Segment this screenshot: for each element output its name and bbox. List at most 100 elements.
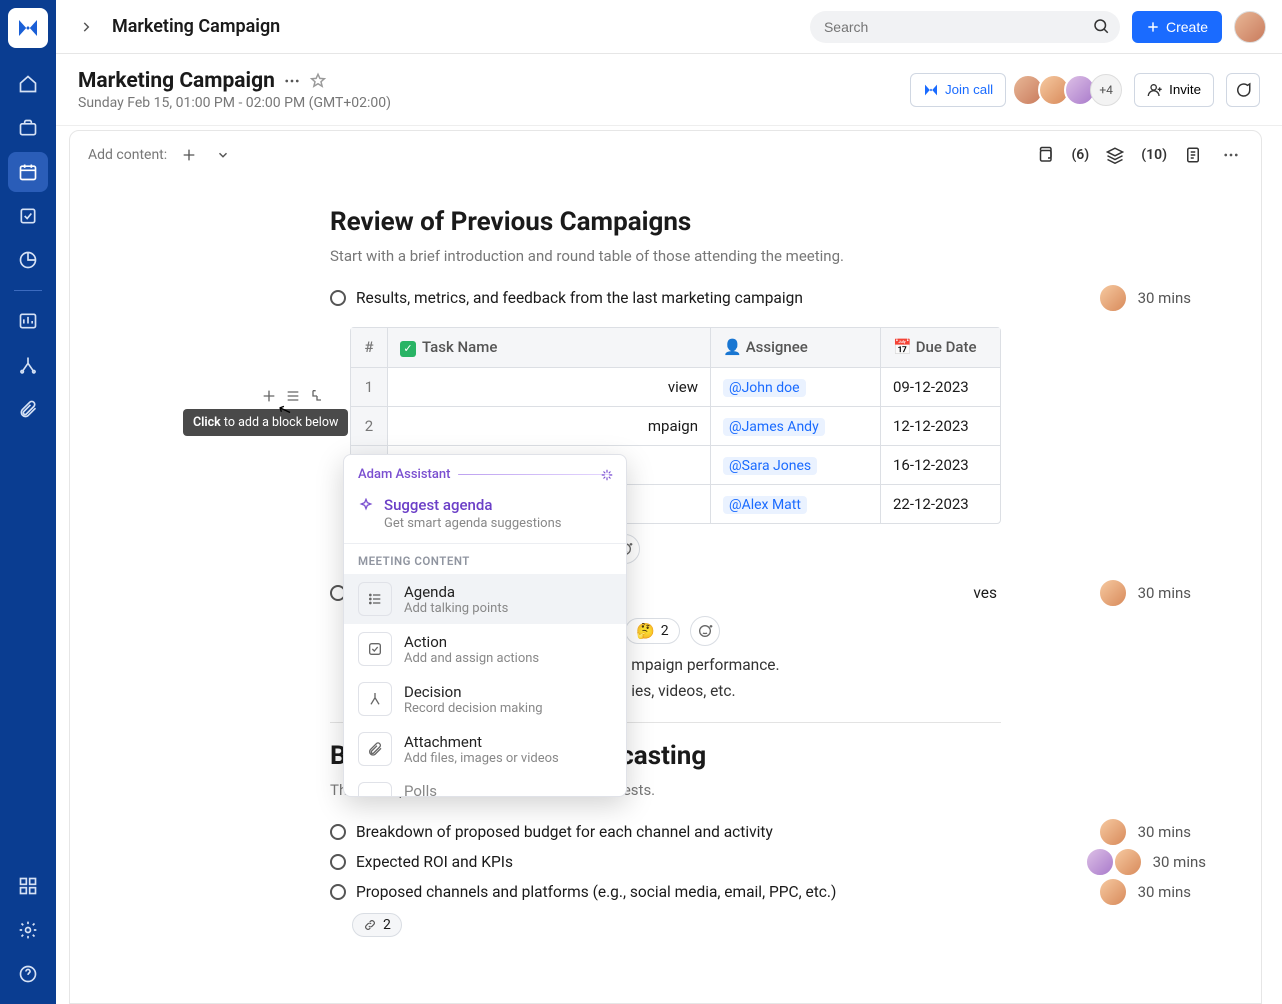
duration: 30 mins: [1153, 853, 1206, 871]
assignee-mention[interactable]: @Sara Jones: [723, 457, 817, 475]
document-body: Review of Previous Campaigns Start with …: [70, 179, 1261, 1003]
circle-icon: [330, 290, 346, 306]
nav-home[interactable]: [8, 64, 48, 104]
assignee-mention[interactable]: @John doe: [723, 379, 806, 397]
search-icon[interactable]: [1092, 17, 1110, 35]
invite-button[interactable]: Invite: [1134, 73, 1214, 107]
popover-item-decision[interactable]: DecisionRecord decision making: [344, 674, 626, 724]
nav-reports[interactable]: [8, 240, 48, 280]
agenda-item[interactable]: Breakdown of proposed budget for each ch…: [330, 817, 1001, 847]
invite-label: Invite: [1169, 82, 1201, 97]
popover-item-agenda[interactable]: AgendaAdd talking points: [344, 574, 626, 624]
nav-attachments[interactable]: [8, 389, 48, 429]
popover-item-attachment[interactable]: AttachmentAdd files, images or videos: [344, 724, 626, 774]
suggest-sub: Get smart agenda suggestions: [384, 516, 561, 531]
calendar-icon: 📅: [893, 338, 912, 356]
owner-avatar: [1098, 877, 1128, 907]
nav-tasks[interactable]: [8, 196, 48, 236]
nav-calendar[interactable]: [8, 152, 48, 192]
star-icon[interactable]: [309, 72, 327, 90]
assignee-mention[interactable]: @Alex Matt: [723, 496, 807, 514]
agenda-item[interactable]: Proposed channels and platforms (e.g., s…: [330, 877, 1001, 907]
list-icon: [358, 582, 392, 616]
agenda-text: Breakdown of proposed budget for each ch…: [356, 823, 1001, 841]
check-icon: ✓: [400, 341, 416, 357]
popover-item-polls[interactable]: Polls: [344, 774, 626, 796]
join-call-button[interactable]: Join call: [910, 73, 1006, 107]
link-chip[interactable]: 2: [352, 913, 402, 937]
col-num: #: [351, 328, 387, 367]
col-due: 📅Due Date: [880, 328, 1000, 367]
nav-settings[interactable]: [8, 910, 48, 950]
block-picker-popover: Adam Assistant Suggest agenda Get smart …: [343, 454, 627, 797]
col-task: ✓Task Name: [387, 328, 710, 367]
duration: 30 mins: [1138, 289, 1191, 307]
reactions: 🤔2: [625, 616, 1001, 646]
add-reaction-icon[interactable]: [690, 616, 720, 646]
table-row[interactable]: 1 view @John doe 09-12-2023: [351, 367, 1000, 406]
layers-icon[interactable]: [1103, 143, 1127, 167]
circle-icon: [330, 854, 346, 870]
agenda-item[interactable]: Results, metrics, and feedback from the …: [330, 283, 1001, 313]
owner-avatar: [1098, 578, 1128, 608]
create-label: Create: [1166, 19, 1208, 35]
left-nav-rail: [0, 0, 56, 1004]
reactions: [610, 534, 1001, 564]
breadcrumb-title: Marketing Campaign: [112, 16, 280, 37]
add-block-dropdown-icon[interactable]: [211, 143, 235, 167]
add-block-icon[interactable]: [177, 143, 201, 167]
agenda-text: Results, metrics, and feedback from the …: [356, 289, 1001, 307]
duration: 30 mins: [1138, 823, 1191, 841]
nav-decisions[interactable]: [8, 345, 48, 385]
search-wrap: [810, 11, 1120, 43]
nav-help[interactable]: [8, 954, 48, 994]
col-assignee: 👤Assignee: [710, 328, 880, 367]
table-row[interactable]: 2 mpaign @James Andy 12-12-2023: [351, 406, 1000, 445]
suggest-agenda[interactable]: Suggest agenda Get smart agenda suggesti…: [344, 492, 626, 543]
check-icon: [358, 632, 392, 666]
more-actions-icon[interactable]: [1219, 143, 1243, 167]
top-bar: Marketing Campaign Create: [56, 0, 1282, 54]
more-icon[interactable]: [283, 72, 301, 90]
agenda-item[interactable]: Expected ROI and KPIs 30 mins: [330, 847, 1001, 877]
sub-bullet: mpaign performance.: [620, 652, 1001, 678]
content-panel: Add content: (6) (10): [69, 130, 1262, 1004]
sub-bullet: ies, videos, etc.: [620, 678, 1001, 704]
add-content-label: Add content:: [88, 147, 167, 163]
assistant-name: Adam Assistant: [358, 467, 450, 482]
join-call-label: Join call: [945, 82, 993, 97]
user-avatar[interactable]: [1234, 11, 1266, 43]
circle-icon: [330, 824, 346, 840]
nav-briefcase[interactable]: [8, 108, 48, 148]
nav-analytics[interactable]: [8, 301, 48, 341]
gradient-line: [458, 474, 612, 475]
cards-count: (6): [1071, 147, 1089, 163]
content-toolbar: Add content: (6) (10): [70, 131, 1261, 179]
attendee-more[interactable]: +4: [1090, 74, 1122, 106]
popover-item-action[interactable]: ActionAdd and assign actions: [344, 624, 626, 674]
meeting-title: Marketing Campaign: [78, 69, 275, 93]
owner-avatar: [1113, 847, 1143, 877]
nav-apps[interactable]: [8, 866, 48, 906]
create-button[interactable]: Create: [1132, 11, 1222, 43]
agenda-text: Expected ROI and KPIs: [356, 853, 1001, 871]
cards-icon[interactable]: [1033, 143, 1057, 167]
attendee-stack[interactable]: +4: [1018, 74, 1122, 106]
agenda-text: Proposed channels and platforms (e.g., s…: [356, 883, 1001, 901]
section-sub: Start with a brief introduction and roun…: [330, 247, 1001, 265]
link-count: 2: [383, 917, 391, 933]
search-input[interactable]: [810, 11, 1120, 43]
breadcrumb-back[interactable]: [72, 13, 100, 41]
branch-icon: [358, 682, 392, 716]
circle-icon: [330, 884, 346, 900]
emoji-icon: 🤔: [636, 622, 655, 640]
meeting-header: Marketing Campaign Sunday Feb 15, 01:00 …: [56, 54, 1282, 126]
app-logo[interactable]: [8, 8, 48, 48]
assignee-mention[interactable]: @James Andy: [723, 418, 825, 436]
paperclip-icon: [358, 732, 392, 766]
reaction-chip[interactable]: 🤔2: [625, 618, 680, 644]
owner-avatar: [1098, 817, 1128, 847]
chat-button[interactable]: [1226, 73, 1260, 107]
popover-section-label: MEETING CONTENT: [344, 544, 626, 574]
template-icon[interactable]: [1181, 143, 1205, 167]
